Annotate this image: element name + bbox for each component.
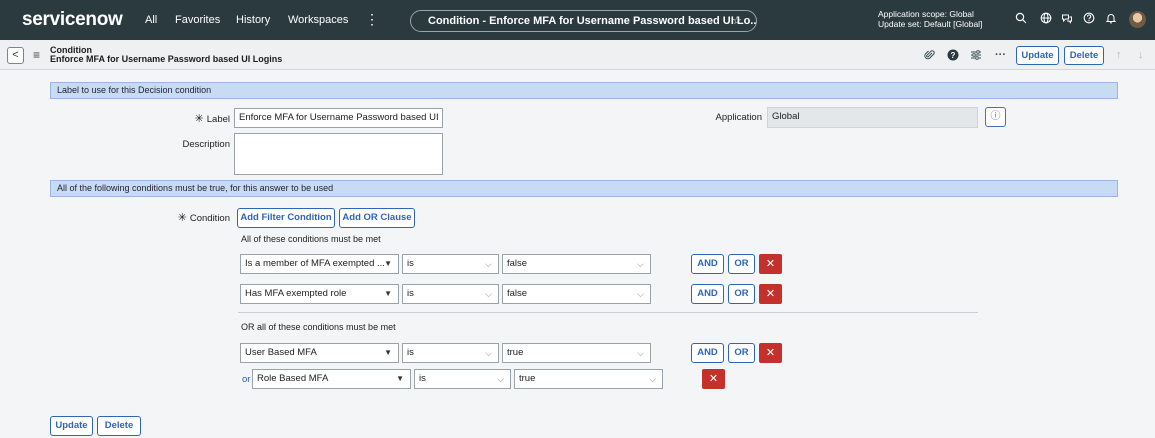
back-button[interactable]: <	[7, 47, 24, 64]
condition-value-select[interactable]: true ⌵	[514, 369, 663, 389]
servicenow-logo[interactable]: servicenow	[22, 9, 123, 31]
user-avatar[interactable]	[1129, 11, 1146, 28]
nav-favorites[interactable]: Favorites	[175, 14, 220, 26]
update-set-line: Update set: Default [Global]	[878, 19, 983, 29]
form-record-name: Enforce MFA for Username Password based …	[50, 54, 283, 64]
notifications-bell-icon[interactable]	[1105, 12, 1117, 27]
label-field-label: ✳ Label	[194, 113, 230, 125]
footer-delete-button[interactable]: Delete	[97, 416, 141, 436]
dropdown-caret-icon: ▼	[384, 259, 392, 268]
more-menu-icon[interactable]: ⋮	[365, 11, 379, 28]
and-button[interactable]: AND	[691, 284, 724, 304]
required-asterisk-icon: ✳	[194, 113, 204, 125]
or-button[interactable]: OR	[728, 254, 755, 274]
chevron-down-icon: ⌵	[637, 289, 644, 299]
form-title: Condition Enforce MFA for Username Passw…	[50, 46, 282, 64]
condition-field-label: ✳ Condition	[177, 212, 230, 224]
condition-field-select[interactable]: Role Based MFA ▼	[252, 369, 411, 389]
chevron-down-icon: ⌵	[649, 374, 656, 384]
add-or-clause-button[interactable]: Add OR Clause	[339, 208, 415, 228]
or-prefix-label: or	[242, 374, 251, 385]
group1-heading: All of these conditions must be met	[241, 234, 381, 244]
or-button[interactable]: OR	[728, 343, 755, 363]
dropdown-caret-icon: ▼	[384, 348, 392, 357]
chevron-down-icon: ⌵	[497, 374, 504, 384]
remove-condition-icon[interactable]: ✕	[759, 284, 782, 304]
header-update-button[interactable]: Update	[1016, 46, 1059, 65]
application-readonly-field: Global	[767, 107, 978, 128]
record-title-pill[interactable]: Condition - Enforce MFA for Username Pas…	[410, 10, 757, 32]
form-header: < ≡ Condition Enforce MFA for Username P…	[0, 40, 1155, 70]
nav-workspaces[interactable]: Workspaces	[288, 14, 348, 26]
dropdown-caret-icon: ▼	[396, 374, 404, 383]
chevron-down-icon: ⌵	[637, 259, 644, 269]
description-textarea[interactable]	[234, 133, 443, 175]
condition-value-select[interactable]: false ⌵	[502, 254, 651, 274]
help-circle-icon[interactable]: ?	[947, 49, 959, 64]
condition-field-select[interactable]: Is a member of MFA exempted ... ▼	[240, 254, 399, 274]
condition-operator-select[interactable]: is ⌵	[414, 369, 511, 389]
scope-line: Application scope: Global	[878, 9, 974, 19]
record-title: Condition - Enforce MFA for Username Pas…	[428, 15, 757, 27]
chevron-down-icon: ⌵	[485, 348, 492, 358]
top-navigation-bar: servicenow All Favorites History Workspa…	[0, 0, 1155, 40]
application-field-label: Application	[715, 112, 762, 123]
remove-condition-icon[interactable]: ✕	[702, 369, 725, 389]
group2-heading: OR all of these conditions must be met	[241, 322, 396, 332]
remove-condition-icon[interactable]: ✕	[759, 254, 782, 274]
next-record-arrow-icon[interactable]: ↓	[1138, 49, 1144, 61]
more-options-icon[interactable]: ···	[995, 49, 1006, 61]
info-icon[interactable]: ⓘ	[985, 107, 1006, 127]
condition-field-select[interactable]: User Based MFA ▼	[240, 343, 399, 363]
svg-text:?: ?	[951, 51, 956, 60]
remove-condition-icon[interactable]: ✕	[759, 343, 782, 363]
nav-all[interactable]: All	[145, 14, 157, 26]
condition-value-select[interactable]: false ⌵	[502, 284, 651, 304]
description-field-label: Description	[182, 139, 230, 150]
required-asterisk-icon: ✳	[177, 212, 187, 224]
dropdown-caret-icon: ▼	[384, 289, 392, 298]
condition-operator-select[interactable]: is ⌵	[402, 343, 499, 363]
attachment-paperclip-icon[interactable]	[924, 49, 935, 64]
condition-operator-select[interactable]: is ⌵	[402, 254, 499, 274]
help-icon[interactable]	[1083, 12, 1095, 27]
chevron-down-icon: ⌵	[485, 259, 492, 269]
condition-field-select[interactable]: Has MFA exempted role ▼	[240, 284, 399, 304]
chevron-down-icon: ⌵	[637, 348, 644, 358]
application-scope[interactable]: Application scope: Global Update set: De…	[878, 9, 982, 29]
previous-record-arrow-icon[interactable]: ↑	[1116, 49, 1122, 61]
section-header-conditions[interactable]: All of the following conditions must be …	[50, 180, 1118, 197]
header-delete-button[interactable]: Delete	[1064, 46, 1104, 65]
footer-update-button[interactable]: Update	[50, 416, 93, 436]
chat-icon[interactable]	[1061, 12, 1073, 27]
section-header-label[interactable]: Label to use for this Decision condition	[50, 82, 1118, 99]
condition-value-select[interactable]: true ⌵	[502, 343, 651, 363]
globe-icon[interactable]	[1040, 12, 1052, 27]
personalize-sliders-icon[interactable]	[970, 49, 982, 64]
and-button[interactable]: AND	[691, 254, 724, 274]
chevron-down-icon: ⌵	[485, 289, 492, 299]
search-icon[interactable]	[1015, 12, 1027, 27]
favorite-star-icon[interactable]: ☆	[732, 11, 742, 31]
label-input[interactable]: Enforce MFA for Username Password based …	[234, 108, 443, 128]
and-button[interactable]: AND	[691, 343, 724, 363]
context-menu-icon[interactable]: ≡	[33, 48, 40, 62]
nav-history[interactable]: History	[236, 14, 270, 26]
condition-operator-select[interactable]: is ⌵	[402, 284, 499, 304]
or-button[interactable]: OR	[728, 284, 755, 304]
or-group-divider	[238, 312, 978, 313]
add-filter-condition-button[interactable]: Add Filter Condition	[237, 208, 335, 228]
